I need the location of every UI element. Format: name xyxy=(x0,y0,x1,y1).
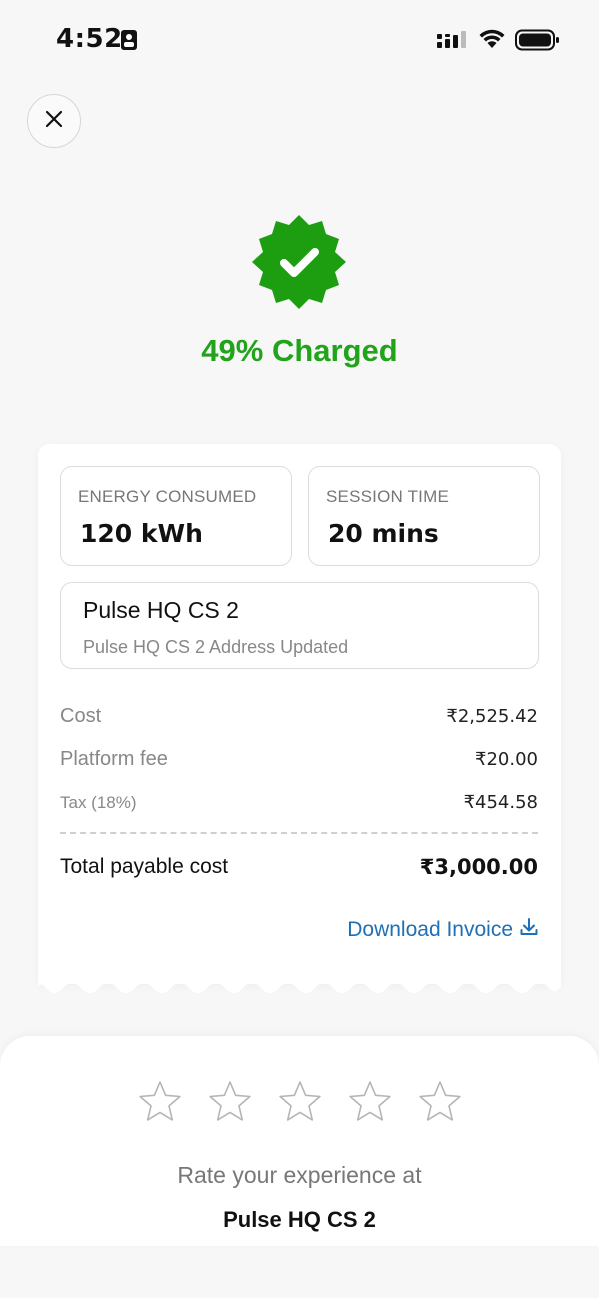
verified-badge-icon xyxy=(249,212,349,317)
download-invoice-link[interactable]: Download Invoice xyxy=(347,917,539,943)
status-bar: 4:52 xyxy=(0,0,599,80)
download-icon xyxy=(519,917,539,943)
dashed-divider xyxy=(60,832,538,834)
total-row: Total payable cost ₹3,000.00 xyxy=(60,855,538,879)
station-address: Pulse HQ CS 2 Address Updated xyxy=(83,637,349,657)
download-invoice-label: Download Invoice xyxy=(347,918,513,941)
wifi-icon xyxy=(478,28,506,55)
cost-label: Cost xyxy=(60,705,102,727)
platform-fee-label: Platform fee xyxy=(60,748,168,770)
battery-icon xyxy=(515,29,561,56)
star-rating[interactable] xyxy=(138,1080,468,1124)
station-name: Pulse HQ CS 2 xyxy=(83,597,239,623)
platform-fee-value: ₹20.00 xyxy=(475,749,538,770)
star-2-icon[interactable] xyxy=(208,1080,252,1127)
cellular-signal-icon xyxy=(437,30,469,55)
star-3-icon[interactable] xyxy=(278,1080,322,1127)
platform-fee-row: Platform fee ₹20.00 xyxy=(60,748,538,771)
cost-row: Cost ₹2,525.42 xyxy=(60,705,538,728)
close-icon xyxy=(44,109,64,134)
rate-prompt: Rate your experience at xyxy=(177,1162,422,1188)
star-4-icon[interactable] xyxy=(348,1080,392,1127)
portrait-lock-icon xyxy=(120,29,138,51)
energy-consumed-label: ENERGY CONSUMED xyxy=(78,487,257,506)
energy-consumed-value: 120 kWh xyxy=(80,519,203,548)
total-label: Total payable cost xyxy=(60,855,229,878)
charge-status-title: 49% Charged xyxy=(201,333,398,368)
session-time-label: SESSION TIME xyxy=(326,487,450,506)
cost-value: ₹2,525.42 xyxy=(446,706,538,727)
session-time-card: SESSION TIME 20 mins xyxy=(308,466,540,566)
station-card: Pulse HQ CS 2 Pulse HQ CS 2 Address Upda… xyxy=(60,582,539,669)
star-5-icon[interactable] xyxy=(418,1080,462,1127)
status-time: 4:52 xyxy=(56,24,123,54)
total-value: ₹3,000.00 xyxy=(419,855,538,879)
tax-row: Tax (18%) ₹454.58 xyxy=(60,792,538,813)
receipt-scalloped-edge xyxy=(38,978,561,998)
session-time-value: 20 mins xyxy=(328,519,439,548)
receipt-card: ENERGY CONSUMED 120 kWh SESSION TIME 20 … xyxy=(38,444,561,984)
rating-sheet: Rate your experience at Pulse HQ CS 2 xyxy=(0,1036,599,1246)
rate-station-name: Pulse HQ CS 2 xyxy=(223,1207,376,1232)
energy-consumed-card: ENERGY CONSUMED 120 kWh xyxy=(60,466,292,566)
tax-value: ₹454.58 xyxy=(463,792,538,813)
close-button[interactable] xyxy=(27,94,81,148)
tax-label: Tax (18%) xyxy=(60,792,137,812)
star-1-icon[interactable] xyxy=(138,1080,182,1127)
